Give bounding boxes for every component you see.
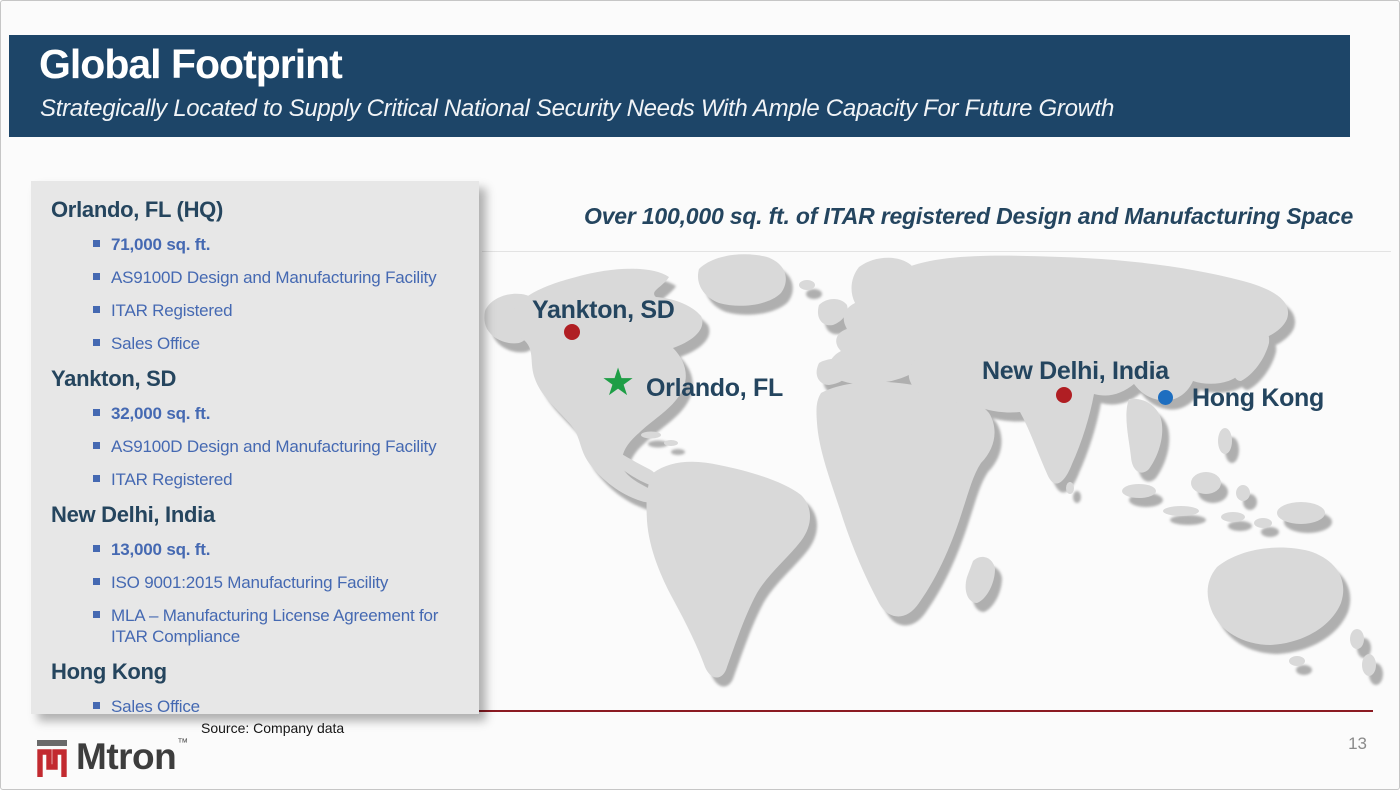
page-title: Global Footprint [39,41,342,88]
bullet-square-icon [93,702,100,709]
bullet-square-icon [93,339,100,346]
map-label-yankton: Yankton, SD [532,296,675,325]
bullet-text: ITAR Registered [111,300,232,321]
map-marker-dot-hong-kong [1158,390,1173,405]
bullet-item: Sales Office [93,696,443,714]
bullet-item: ISO 9001:2015 Manufacturing Facility [93,572,443,593]
locations-panel: Orlando, FL (HQ) 71,000 sq. ft. AS9100D … [31,181,479,714]
location-bullet-list: 32,000 sq. ft. AS9100D Design and Manufa… [51,403,459,490]
bullet-text: AS9100D Design and Manufacturing Facilit… [111,267,436,288]
bullet-square-icon [93,306,100,313]
bullet-item: AS9100D Design and Manufacturing Facilit… [93,267,443,288]
bullet-item: AS9100D Design and Manufacturing Facilit… [93,436,443,457]
bullet-square-icon [93,611,100,618]
page-subtitle: Strategically Located to Supply Critical… [40,95,1114,123]
location-bullet-list: 71,000 sq. ft. AS9100D Design and Manufa… [51,234,459,354]
bullet-item: ITAR Registered [93,469,443,490]
mtron-logo-icon [37,738,67,778]
location-section-yankton: Yankton, SD 32,000 sq. ft. AS9100D Desig… [51,366,459,490]
bullet-item: 32,000 sq. ft. [93,403,443,424]
bullet-text: 32,000 sq. ft. [111,403,210,424]
location-heading: Orlando, FL (HQ) [51,197,459,222]
location-bullet-list: 13,000 sq. ft. ISO 9001:2015 Manufacturi… [51,539,459,647]
source-note: Source: Company data [201,720,344,736]
map-label-new-delhi: New Delhi, India [982,357,1169,386]
location-section-orlando: Orlando, FL (HQ) 71,000 sq. ft. AS9100D … [51,197,459,354]
map-marker-dot-new-delhi [1056,387,1072,403]
bullet-square-icon [93,409,100,416]
slide: Global Footprint Strategically Located t… [0,0,1400,790]
location-heading: New Delhi, India [51,502,459,527]
bullet-text: Sales Office [111,696,200,714]
bullet-square-icon [93,545,100,552]
map-headline: Over 100,000 sq. ft. of ITAR registered … [584,203,1353,230]
bullet-text: MLA – Manufacturing License Agreement fo… [111,605,443,647]
bullet-item: 71,000 sq. ft. [93,234,443,255]
accent-divider-line [479,710,1373,712]
bullet-square-icon [93,475,100,482]
bullet-item: ITAR Registered [93,300,443,321]
map-marker-dot-yankton [564,324,580,340]
map-label-hong-kong: Hong Kong [1192,384,1324,413]
bullet-square-icon [93,442,100,449]
bullet-item: MLA – Manufacturing License Agreement fo… [93,605,443,647]
bullet-item: Sales Office [93,333,443,354]
mtron-logo: Mtron™ [37,738,187,778]
location-heading: Yankton, SD [51,366,459,391]
page-number: 13 [1321,734,1367,754]
bullet-text: AS9100D Design and Manufacturing Facilit… [111,436,436,457]
header-band: Global Footprint Strategically Located t… [9,35,1350,137]
map-marker-star-orlando [601,364,635,402]
bullet-square-icon [93,240,100,247]
map-label-orlando: Orlando, FL [646,374,783,403]
location-heading: Hong Kong [51,659,459,684]
map-frame-top-line [482,251,1391,252]
bullet-square-icon [93,578,100,585]
bullet-square-icon [93,273,100,280]
location-section-hong-kong: Hong Kong Sales Office [51,659,459,714]
bullet-text: ITAR Registered [111,469,232,490]
trademark-symbol: ™ [177,737,188,749]
bullet-text: Sales Office [111,333,200,354]
location-bullet-list: Sales Office [51,696,459,714]
bullet-text: 13,000 sq. ft. [111,539,210,560]
logo-wordmark: Mtron™ [76,738,187,776]
bullet-item: 13,000 sq. ft. [93,539,443,560]
location-section-new-delhi: New Delhi, India 13,000 sq. ft. ISO 9001… [51,502,459,647]
bullet-text: ISO 9001:2015 Manufacturing Facility [111,572,388,593]
bullet-text: 71,000 sq. ft. [111,234,210,255]
